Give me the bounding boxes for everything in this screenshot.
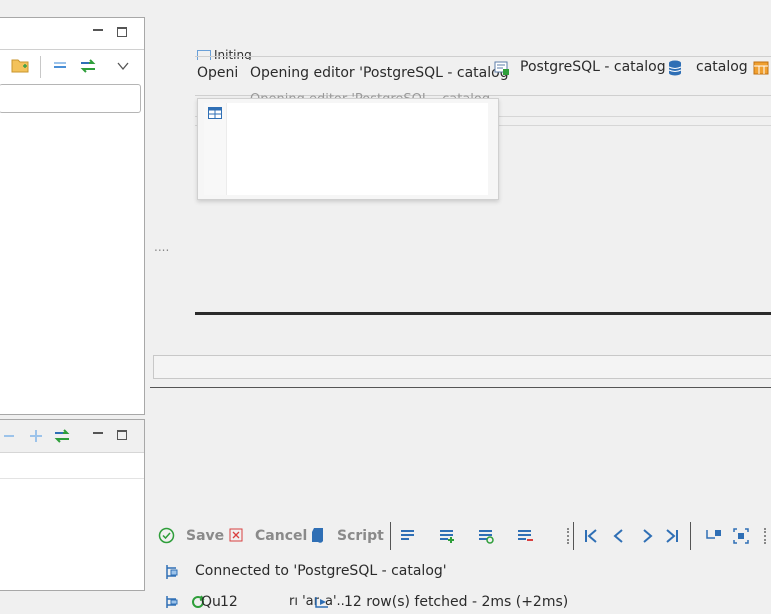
fetched-status: 12 row(s) fetched - 2ms (+2ms) xyxy=(344,594,569,610)
copy-row-icon[interactable] xyxy=(478,528,494,544)
table-icon[interactable] xyxy=(753,60,769,76)
minimize-icon[interactable] xyxy=(93,29,103,31)
link-with-editor-icon[interactable] xyxy=(79,58,97,74)
opening-editor-text-a: Openi xyxy=(197,65,239,81)
initing-label: Initing xyxy=(197,48,252,60)
edit-row-icon[interactable] xyxy=(400,528,416,544)
database-icon xyxy=(668,60,684,76)
cancel-button[interactable]: Cancel xyxy=(255,525,307,547)
connected-status: Connected to 'PostgreSQL - catalog' xyxy=(195,563,447,579)
save-button[interactable]: Save xyxy=(186,525,224,547)
fetch-more-icon[interactable] xyxy=(705,528,723,544)
maximize-icon[interactable] xyxy=(117,430,127,440)
maximize-icon[interactable] xyxy=(117,27,127,37)
splitter[interactable] xyxy=(195,312,771,315)
project-panel xyxy=(0,419,145,591)
ellipsis-text: .... xyxy=(154,240,170,254)
row-count: 12 xyxy=(220,594,238,610)
opening-popup xyxy=(197,98,499,200)
minimize-icon[interactable] xyxy=(93,432,103,434)
cancel-icon xyxy=(229,528,243,542)
filter-input[interactable] xyxy=(0,84,141,113)
script-button[interactable]: Script xyxy=(337,525,384,547)
last-page-icon[interactable] xyxy=(664,528,680,544)
collapse-all-icon[interactable] xyxy=(51,58,69,74)
query-status-icon xyxy=(164,595,180,609)
filter-bar[interactable] xyxy=(153,355,771,379)
overlap-fragment-2: a'.. xyxy=(325,594,345,609)
fetch-all-icon[interactable] xyxy=(733,528,749,544)
query-prefix: Qu xyxy=(201,594,221,610)
connection-status-icon xyxy=(164,564,180,580)
database-tab[interactable]: catalog xyxy=(696,59,748,75)
opening-editor-text: Opening editor 'PostgreSQL - catalog xyxy=(250,65,509,81)
new-folder-icon[interactable] xyxy=(11,56,29,74)
script-icon xyxy=(311,527,325,544)
first-page-icon[interactable] xyxy=(583,528,599,544)
previous-page-icon[interactable] xyxy=(611,528,627,544)
collapse-icon[interactable] xyxy=(1,428,17,444)
connection-tab[interactable]: PostgreSQL - catalog xyxy=(520,59,666,75)
add-row-icon[interactable] xyxy=(439,528,455,544)
grid-icon xyxy=(208,107,222,119)
sync-icon[interactable] xyxy=(53,428,71,444)
add-icon[interactable] xyxy=(28,428,44,444)
next-page-icon[interactable] xyxy=(639,528,655,544)
delete-row-icon[interactable] xyxy=(517,528,533,544)
view-menu-icon[interactable] xyxy=(115,58,131,74)
navigator-panel xyxy=(0,17,145,415)
postgresql-icon xyxy=(494,60,510,76)
save-check-icon xyxy=(158,527,175,544)
